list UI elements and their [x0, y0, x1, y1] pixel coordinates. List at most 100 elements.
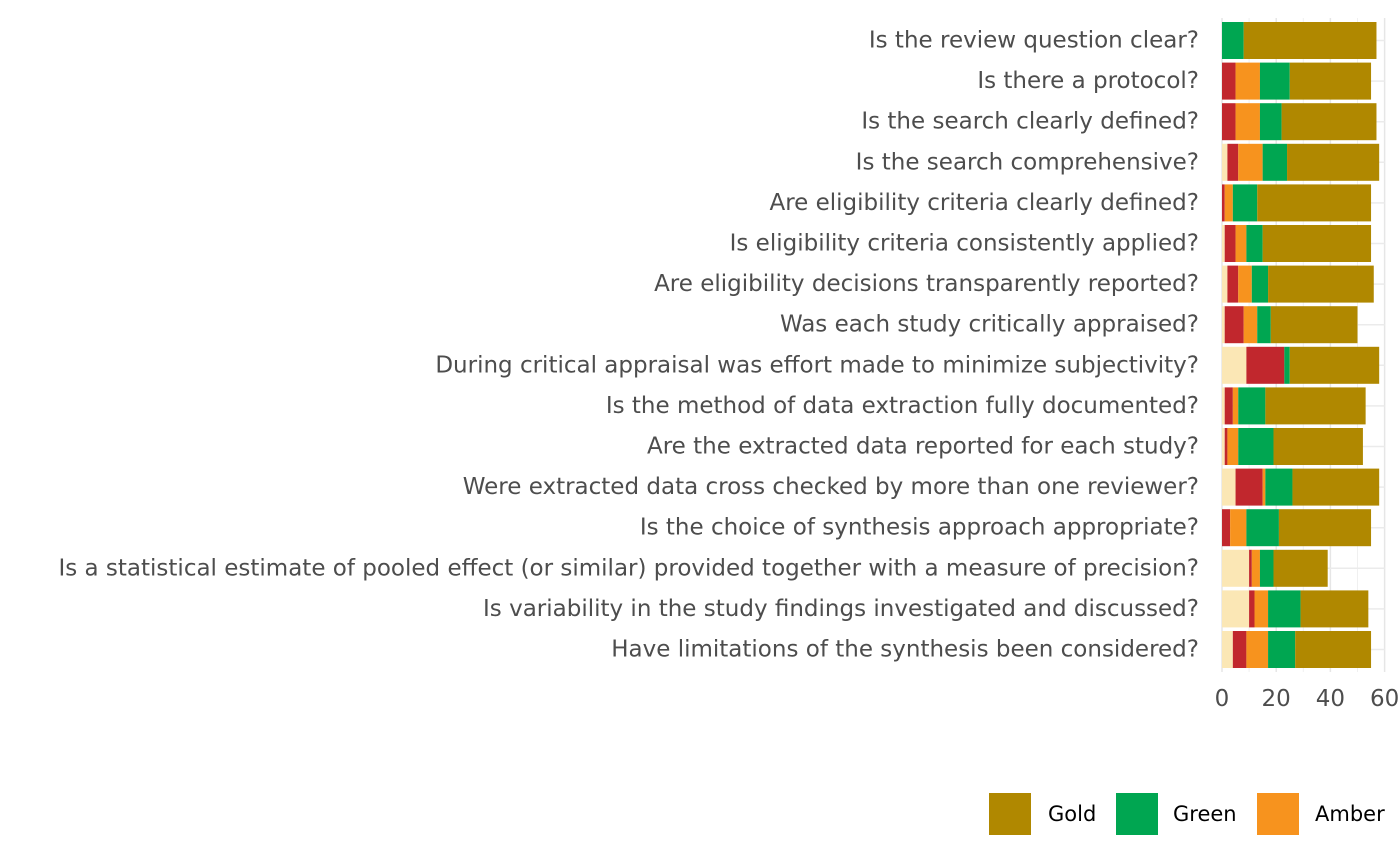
bar-segment	[1232, 184, 1258, 222]
bar-segment	[1224, 428, 1228, 465]
bar-segment	[1246, 346, 1285, 384]
x-tick-label: 60	[1370, 686, 1399, 712]
bar-segment	[1273, 549, 1328, 587]
bar-segment	[1227, 143, 1239, 181]
category-label: Are eligibility decisions transparently …	[654, 271, 1199, 297]
bar-segment	[1284, 346, 1290, 384]
stacked-bar-chart: Is the review question clear? Is there a …	[58, 18, 1400, 835]
bar-segment	[1230, 509, 1247, 547]
category-label: During critical appraisal was effort mad…	[435, 352, 1199, 378]
x-tick-label: 0	[1215, 686, 1230, 712]
bar-segment	[1289, 62, 1372, 100]
bar-segment	[1257, 184, 1372, 222]
bar-segment	[1222, 468, 1236, 506]
bar-segment	[1257, 306, 1271, 344]
bar-segment	[1268, 265, 1374, 303]
bar-segment	[1270, 306, 1358, 344]
bar-segment	[1222, 62, 1236, 100]
bar-segment	[1259, 62, 1290, 100]
bar-segment	[1222, 265, 1228, 303]
bar-segment	[1262, 468, 1266, 506]
bar-segment	[1259, 103, 1282, 141]
bar-segment	[1235, 468, 1263, 506]
x-tick-label: 40	[1316, 686, 1345, 712]
category-label: Are eligibility criteria clearly defined…	[769, 190, 1199, 216]
bar-segment	[1292, 468, 1380, 506]
category-label: Is the method of data extraction fully d…	[606, 393, 1199, 419]
bar-segment	[1232, 631, 1247, 668]
bars	[1222, 22, 1380, 668]
bar-segment	[1222, 184, 1225, 222]
bar-segment	[1265, 468, 1293, 506]
category-label: Is eligibility criteria consistently app…	[730, 231, 1199, 257]
bar-segment	[1222, 387, 1225, 425]
bar-segment	[1251, 265, 1269, 303]
category-label: Is the search clearly defined?	[861, 109, 1199, 135]
category-label: Is the search comprehensive?	[856, 149, 1199, 175]
legend-key	[1257, 793, 1299, 835]
bar-segment	[1300, 590, 1369, 628]
bar-segment	[1254, 590, 1269, 628]
bar-segment	[1238, 265, 1252, 303]
bar-segment	[1224, 225, 1236, 262]
bar-segment	[1222, 225, 1225, 262]
bar-segment	[1222, 346, 1247, 384]
bar-segment	[1224, 184, 1233, 222]
bar-segment	[1222, 22, 1244, 59]
x-tick-label: 20	[1262, 686, 1291, 712]
bar-segment	[1265, 387, 1366, 425]
category-label: Is the choice of synthesis approach appr…	[640, 515, 1199, 541]
bar-segment	[1262, 225, 1372, 262]
category-label: Is the review question clear?	[869, 28, 1199, 54]
legend: Gold Green Amber	[989, 793, 1385, 835]
bar-segment	[1222, 631, 1233, 668]
category-label: Are the extracted data reported for each…	[647, 434, 1199, 460]
bar-segment	[1249, 549, 1252, 587]
bar-segment	[1295, 631, 1372, 668]
bar-segment	[1224, 387, 1233, 425]
bar-segment	[1243, 306, 1258, 344]
category-label: Is a statistical estimate of pooled effe…	[58, 555, 1199, 581]
bar-segment	[1235, 62, 1260, 100]
category-label: Is there a protocol?	[977, 68, 1199, 94]
category-label: Were extracted data cross checked by mor…	[463, 474, 1199, 500]
category-label: Was each study critically appraised?	[780, 312, 1199, 338]
bar-segment	[1246, 225, 1263, 262]
legend-key	[1116, 793, 1158, 835]
category-label: Have limitations of the synthesis been c…	[611, 637, 1199, 663]
bar-segment	[1262, 143, 1288, 181]
bar-segment	[1235, 103, 1260, 141]
bar-segment	[1238, 387, 1266, 425]
bar-segment	[1224, 306, 1244, 344]
bar-segment	[1227, 265, 1239, 303]
bar-segment	[1246, 509, 1279, 547]
category-labels: Is the review question clear? Is there a …	[58, 28, 1199, 663]
bar-segment	[1227, 428, 1239, 465]
bar-segment	[1222, 143, 1228, 181]
category-label: Is variability in the study findings inv…	[483, 596, 1199, 622]
bar-segment	[1273, 428, 1363, 465]
bar-segment	[1281, 103, 1377, 141]
legend-label: Amber	[1315, 802, 1385, 826]
bar-segment	[1222, 306, 1225, 344]
bar-segment	[1278, 509, 1372, 547]
bar-segment	[1249, 590, 1255, 628]
bar-segment	[1235, 225, 1247, 262]
bar-segment	[1259, 549, 1274, 587]
bar-segment	[1251, 549, 1260, 587]
bar-segment	[1268, 590, 1301, 628]
legend-key	[989, 793, 1031, 835]
bar-segment	[1238, 428, 1274, 465]
bar-segment	[1222, 590, 1250, 628]
bar-segment	[1222, 509, 1231, 547]
bar-segment	[1268, 631, 1296, 668]
bar-segment	[1222, 428, 1225, 465]
bar-segment	[1232, 387, 1239, 425]
bar-segment	[1238, 143, 1263, 181]
bar-segment	[1222, 549, 1250, 587]
legend-label: Green	[1173, 802, 1237, 826]
bar-segment	[1243, 22, 1377, 59]
bar-segment	[1287, 143, 1380, 181]
bar-segment	[1246, 631, 1269, 668]
x-axis-ticks: 0 20 40 60	[1215, 686, 1400, 712]
